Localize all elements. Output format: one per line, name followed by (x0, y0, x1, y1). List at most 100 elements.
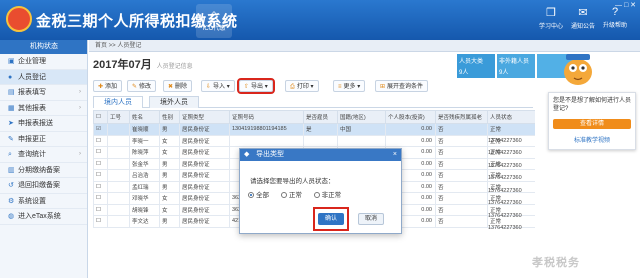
row-checkbox[interactable]: ☐ (93, 203, 108, 216)
confirm-button[interactable]: 确认 (318, 213, 344, 225)
row-checkbox[interactable]: ☐ (93, 169, 108, 182)
page-heading: 2017年07月 人员登记信息 (93, 56, 443, 78)
sidebar-item-etax[interactable]: ◍ 进入eTax系统 (0, 209, 87, 225)
close-icon[interactable]: × (393, 149, 397, 161)
row-phone: 13764227360 (488, 175, 522, 181)
book-icon: ❒ (546, 7, 556, 19)
row-checkbox[interactable]: ☐ (93, 146, 108, 159)
sidebar-item-label: 人员登记 (18, 73, 46, 81)
view-details-button[interactable]: 查看详情 (553, 119, 631, 129)
cancel-button[interactable]: 取消 (358, 213, 384, 225)
row-phone: 13764227360 (488, 212, 522, 219)
sidebar-item-correction[interactable]: ✎ 申报更正 (0, 132, 87, 147)
tutorial-video-link[interactable]: 标准教学视频 (553, 135, 631, 144)
chevron-right-icon: › (79, 151, 81, 157)
delete-label: 删除 (175, 84, 188, 90)
sidebar-item-installment[interactable]: ▥ 分期缴纳备案 (0, 163, 87, 178)
dialog-prompt: 请选择您要导出的人员状态： (250, 178, 335, 185)
radio-normal[interactable]: 正常 (280, 189, 302, 199)
row-checkbox[interactable]: ☐ (93, 134, 108, 147)
expand-query-button[interactable]: ⊞ 展开查询条件 (375, 80, 429, 92)
column-header[interactable]: 证照号码 (229, 110, 304, 124)
pencil-icon: ✎ (132, 84, 138, 90)
sidebar-item-label: 退回扣缴备案 (18, 182, 60, 189)
print-label: 打印 (296, 84, 309, 90)
checkbox-icon[interactable]: ☐ (96, 114, 101, 120)
window-controls[interactable]: — □ ✕ (615, 1, 636, 9)
column-header[interactable]: 国籍(地区) (337, 110, 386, 124)
cell-special: 否 (435, 169, 488, 182)
delete-button[interactable]: ✖ 删除 (163, 80, 193, 92)
cell-gender: 男 (159, 157, 180, 170)
tab-domestic[interactable]: 境内人员 (93, 96, 143, 108)
column-header[interactable]: 人员状态 (487, 110, 535, 124)
export-button[interactable]: ⇧ 导出 ▾ (237, 78, 275, 94)
tile-label: 非外籍人员 (499, 59, 530, 65)
row-checkbox[interactable]: ☐ (93, 192, 108, 205)
sidebar-item-other-reports[interactable]: ▦ 其他报表 › (0, 101, 87, 116)
status-radio-group: 全部 正常 非正常 (248, 189, 351, 199)
cell-id-no (229, 134, 304, 147)
radio-dot-icon (280, 192, 287, 199)
row-checkbox[interactable]: ☑ (93, 123, 108, 136)
cell-id-no: 130419198801194185 (229, 123, 304, 136)
add-button[interactable]: ✚ 添加 (93, 80, 123, 92)
more-button[interactable]: ≡ 更多 ▾ (333, 80, 366, 92)
chevron-right-icon: › (79, 104, 81, 111)
row-checkbox[interactable]: ☐ (93, 180, 108, 193)
learning-center-label: 学习中心 (538, 24, 563, 30)
column-header[interactable]: 性别 (159, 110, 180, 124)
upgrade-help-button[interactable]: ? 升级帮助 (600, 6, 630, 29)
sidebar-item-enterprise[interactable]: ▣ 企业管理 (0, 54, 87, 70)
column-header[interactable]: 证照类型 (179, 110, 230, 124)
globe-icon: ◍ (8, 213, 15, 220)
cell-gender: 男 (159, 169, 180, 182)
tab-foreign[interactable]: 境外人员 (149, 96, 199, 108)
learning-center-button[interactable]: ❒ 学习中心 (536, 6, 566, 30)
sidebar-item-refund[interactable]: ↺ 退回扣缴备案 (0, 178, 87, 194)
sidebar-item-label: 分期缴纳备案 (18, 166, 60, 174)
help-card: 您是不是想了解如何进行人员登记? 查看详情 标准教学视频 (548, 92, 636, 150)
radio-all[interactable]: 全部 (248, 189, 269, 199)
home-button[interactable]: ⌂ ICO代缴 (196, 4, 232, 38)
print-button[interactable]: ⎙ 打印 ▾ (285, 80, 319, 92)
cell-id-type: 居民身份证 (179, 157, 230, 170)
bell-icon: ✉ (578, 7, 588, 19)
tile-value: 9人 (499, 70, 509, 76)
sidebar-item-personnel[interactable]: ● 人员登记 (0, 69, 87, 85)
table-row[interactable]: ☑ 崔晓顺男居民身份证 130419198801194185 是中国 0.00 否正常 (93, 123, 535, 136)
column-header[interactable]: 个人股本(投资) (385, 110, 436, 124)
stat-tile-domestic[interactable]: 非外籍人员 9人 (497, 54, 535, 78)
row-phone: 13764227360 (488, 200, 522, 206)
sidebar-item-query[interactable]: ⌕ 查询统计 › (0, 147, 87, 163)
cell-name: 邓晓华 (129, 192, 160, 205)
sidebar-item-settings[interactable]: ⚙ 系统设置 (0, 194, 87, 209)
printer-icon: ⎙ (290, 84, 295, 90)
cell-gender: 女 (159, 203, 180, 216)
add-label: 添加 (105, 84, 118, 90)
column-header[interactable]: 姓名 (129, 110, 160, 124)
send-icon: ➤ (8, 120, 14, 127)
radio-abnormal[interactable]: 非正常 (313, 189, 341, 199)
plus-icon: ✚ (98, 84, 104, 90)
modify-button[interactable]: ✎ 修改 (127, 80, 157, 92)
column-header[interactable]: 是否残疾烈属孤老 (435, 110, 488, 124)
cell-id-type: 居民身份证 (179, 192, 230, 205)
cell-name: 陈晓萍 (129, 146, 160, 159)
row-checkbox[interactable]: ☐ (93, 215, 108, 228)
home-label: ICO代缴 (202, 26, 226, 32)
table-row[interactable]: ☐ 李晓一女居民身份证 0.00 否正常 (93, 134, 535, 147)
period-title: 2017年07月 (93, 59, 152, 71)
cell-special: 否 (435, 134, 488, 147)
sidebar-item-forms[interactable]: ▤ 报表填写 › (0, 85, 87, 101)
header-select[interactable]: ☐ (93, 110, 108, 124)
column-header[interactable]: 工号 (107, 110, 130, 124)
stat-tile-total[interactable]: 人员大类 9人 (457, 54, 495, 78)
notice-button[interactable]: ✉ 通知公告 (568, 6, 598, 30)
import-button[interactable]: ⇩ 导入 ▾ (201, 80, 235, 92)
row-checkbox[interactable]: ☐ (93, 157, 108, 170)
dialog-title: 导出类型 (256, 151, 284, 158)
import-label: 导入 (213, 84, 226, 90)
column-header[interactable]: 是否雇员 (303, 110, 338, 124)
sidebar-item-submit[interactable]: ➤ 申报表报送 (0, 116, 87, 132)
